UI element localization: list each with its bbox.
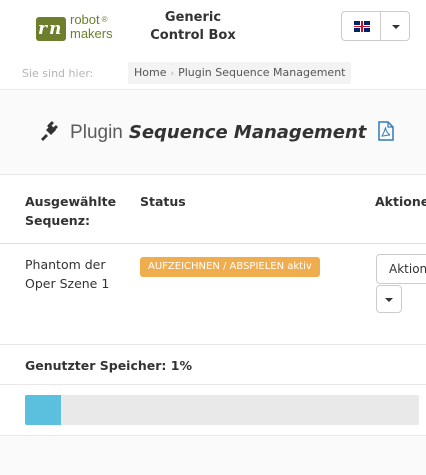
breadcrumb-separator: ›	[170, 69, 175, 79]
memory-progress-fill	[25, 395, 61, 425]
memory-progress-bar	[25, 395, 419, 425]
pdf-icon[interactable]	[378, 121, 395, 141]
plug-icon	[41, 121, 58, 141]
divider	[0, 344, 426, 345]
page-title: Plugin Sequence Management	[38, 119, 395, 145]
breadcrumb: Sie sind hier: Home › Plugin Sequence Mana…	[0, 56, 426, 90]
breadcrumb-item-current: Plugin Sequence Management	[178, 66, 346, 79]
uk-flag-icon	[354, 21, 370, 32]
status-badge: AUFZEICHNEN / ABSPIELEN aktiv	[140, 257, 320, 277]
language-button[interactable]	[341, 11, 381, 41]
sequence-table: Ausgewählte Sequenz: Status Aktionen Pha…	[0, 176, 426, 344]
page-title-prefix: Plugin	[70, 122, 123, 143]
robotmakers-logo[interactable]: rn robot ® makers	[36, 12, 122, 44]
app-title-line-2: Control Box	[150, 28, 236, 43]
breadcrumb-prefix: Sie sind hier:	[22, 67, 94, 80]
logo-registered-mark: ®	[101, 15, 108, 24]
memory-usage-label: Genutzter Speicher: 1%	[25, 358, 192, 373]
logo-line-1: robot	[70, 12, 100, 27]
divider	[0, 384, 426, 385]
breadcrumb-trail: Home › Plugin Sequence Management	[128, 62, 352, 84]
table-divider	[0, 243, 426, 244]
page-header-band: Plugin Sequence Management	[0, 91, 426, 175]
actions-button[interactable]: Aktionen	[376, 254, 426, 284]
actions-dropdown-button[interactable]	[376, 285, 402, 313]
caret-down-icon	[392, 25, 400, 29]
app-header: rn robot ® makers Generic Control Box	[0, 0, 426, 56]
caret-down-icon	[385, 298, 393, 302]
language-dropdown-button[interactable]	[380, 11, 410, 41]
logo-line-2: makers	[70, 26, 113, 41]
column-header-actions: Aktionen	[375, 194, 426, 209]
logo-mark-icon: rn	[36, 17, 66, 41]
breadcrumb-item-home[interactable]: Home	[134, 66, 166, 79]
app-title: Generic Control Box	[138, 9, 248, 45]
column-header-sequence: Ausgewählte Sequenz:	[25, 194, 117, 228]
logo-text: robot ® makers	[70, 13, 113, 41]
column-header-status: Status	[140, 194, 186, 209]
footer-band	[0, 435, 426, 475]
app-title-line-1: Generic	[164, 10, 222, 25]
sequence-name: Phantom der Oper Szene 1	[25, 257, 110, 291]
page-title-main: Sequence Management	[128, 122, 367, 143]
